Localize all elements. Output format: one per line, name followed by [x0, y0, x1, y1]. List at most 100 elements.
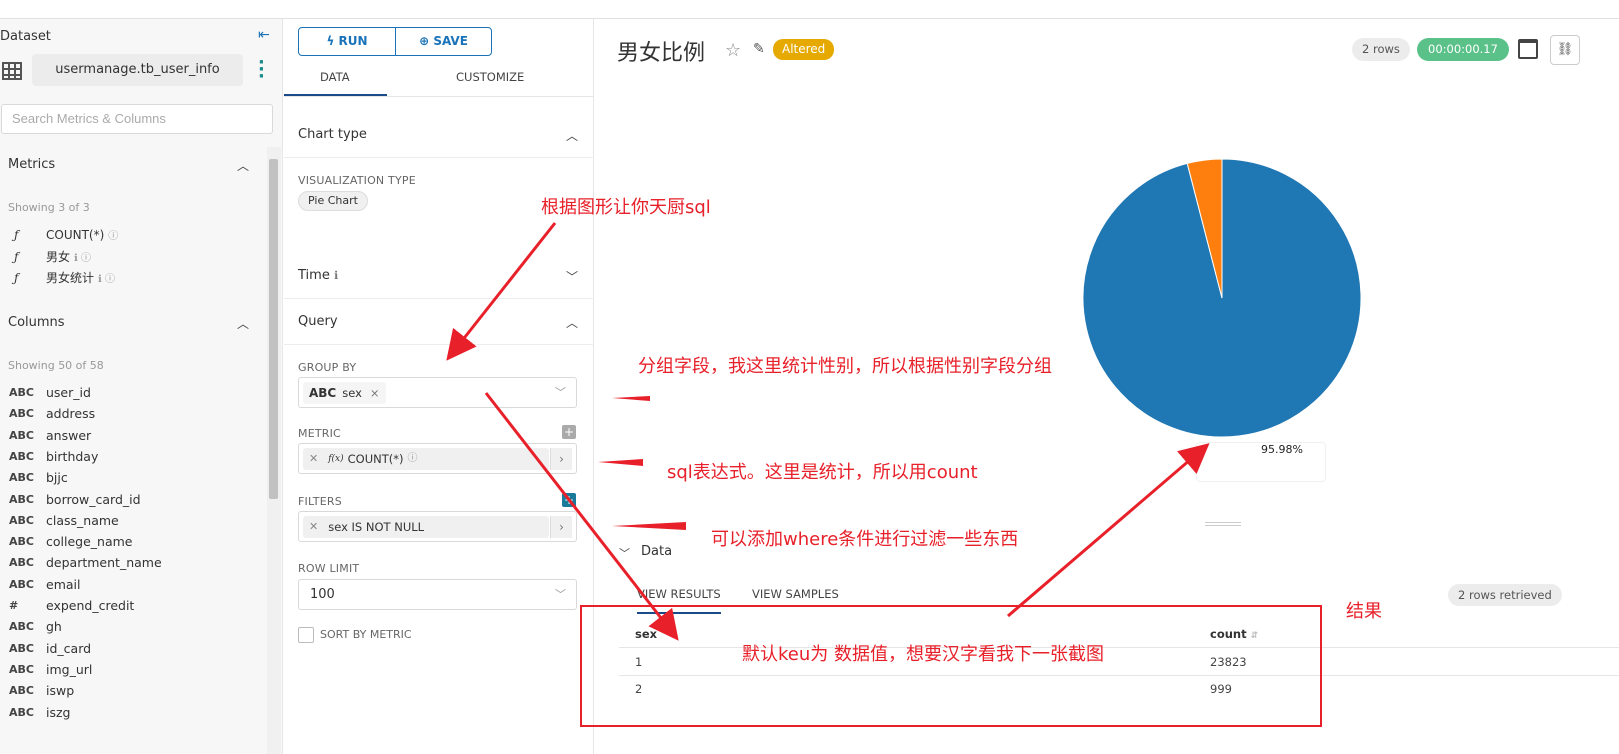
- kebab-menu-icon[interactable]: · · ·: [258, 54, 265, 86]
- column-item[interactable]: ABC birthday: [9, 446, 98, 467]
- time-heading[interactable]: Time ℹ: [298, 268, 338, 283]
- remove-icon[interactable]: ×: [370, 382, 380, 404]
- column-item[interactable]: ABC img_url: [9, 659, 92, 680]
- add-filter-icon[interactable]: +: [562, 493, 576, 507]
- metrics-showing: Showing 3 of 3: [8, 201, 90, 214]
- annotation-text: 默认keu为 数据值，想要汉字看我下一张截图: [742, 644, 1104, 665]
- column-type-icon: ABC: [9, 492, 34, 506]
- link-icon[interactable]: ⛓: [1550, 35, 1580, 65]
- control-panel: ϟ RUN ⊕ SAVE DATA CUSTOMIZE Chart type ︿…: [284, 19, 594, 754]
- metric-field[interactable]: ✕ f(x) COUNT(*) ⓘ ›: [298, 443, 577, 474]
- column-name: gh: [46, 619, 62, 635]
- star-icon[interactable]: ☆: [725, 40, 741, 61]
- column-type-icon: ABC: [9, 620, 34, 634]
- tab-view-samples[interactable]: VIEW SAMPLES: [752, 587, 839, 601]
- slice-label: 95.98%: [1261, 443, 1303, 456]
- column-item[interactable]: ABC bjjc: [9, 467, 68, 488]
- edit-icon[interactable]: ✎: [753, 41, 765, 57]
- function-icon: ƒ: [14, 249, 19, 264]
- column-type-icon: #: [9, 599, 19, 612]
- chart-title[interactable]: 男女比例: [617, 35, 705, 67]
- divider: [284, 157, 594, 158]
- group-by-label: GROUP BY: [298, 361, 357, 374]
- metric-name: 男女: [46, 250, 71, 264]
- table-icon: [2, 62, 22, 80]
- group-by-chip[interactable]: ABC sex ×: [303, 382, 386, 404]
- altered-badge[interactable]: Altered: [773, 39, 835, 60]
- column-name: email: [46, 576, 81, 592]
- help-icon: ⓘ: [407, 453, 418, 464]
- run-button[interactable]: ϟ RUN: [298, 27, 396, 56]
- chevron-right-icon[interactable]: ›: [550, 516, 572, 538]
- metric-item[interactable]: ƒ 男女统计 ℹ ⓘ: [14, 269, 115, 286]
- column-item[interactable]: ABC email: [9, 574, 80, 595]
- column-item[interactable]: ABC answer: [9, 425, 91, 446]
- column-name: college_name: [46, 534, 133, 550]
- column-item[interactable]: ABC iszg: [9, 702, 70, 723]
- column-type-icon: ABC: [9, 641, 34, 655]
- column-type-icon: ABC: [9, 449, 34, 463]
- viz-type-label: VISUALIZATION TYPE: [298, 174, 416, 187]
- sort-by-metric-checkbox[interactable]: [298, 627, 314, 643]
- help-icon: ⓘ: [108, 231, 119, 242]
- column-item[interactable]: ABC address: [9, 403, 95, 424]
- remove-icon[interactable]: ✕: [309, 448, 318, 470]
- column-item[interactable]: ABC iswp: [9, 680, 74, 701]
- chevron-down-icon[interactable]: ﹀: [555, 384, 566, 400]
- tab-data[interactable]: DATA: [320, 70, 350, 84]
- save-button[interactable]: ⊕ SAVE: [395, 27, 492, 56]
- resize-handle[interactable]: [1205, 522, 1241, 526]
- metrics-heading[interactable]: Metrics: [8, 157, 55, 172]
- divider: [284, 344, 594, 345]
- chevron-right-icon[interactable]: ›: [550, 448, 572, 470]
- column-type-icon: ABC: [9, 407, 34, 421]
- chevron-up-icon[interactable]: ︿: [566, 314, 578, 331]
- plus-circle-icon: ⊕: [419, 34, 434, 48]
- info-icon: ℹ ⓘ: [98, 274, 115, 285]
- pie-chart[interactable]: [1083, 159, 1363, 439]
- chevron-down-icon[interactable]: ﹀: [566, 268, 578, 285]
- annotation-box: [580, 605, 1322, 727]
- remove-icon[interactable]: ✕: [309, 516, 318, 538]
- viz-type-selector[interactable]: Pie Chart: [298, 191, 368, 211]
- column-item[interactable]: ABC borrow_card_id: [9, 489, 141, 510]
- rows-retrieved-badge: 2 rows retrieved: [1448, 584, 1562, 606]
- chevron-up-icon[interactable]: ︿: [566, 127, 578, 144]
- search-metrics-input[interactable]: Search Metrics & Columns: [1, 104, 273, 134]
- tab-customize[interactable]: CUSTOMIZE: [456, 70, 524, 84]
- chevron-down-icon[interactable]: ﹀: [619, 545, 630, 561]
- dataset-name[interactable]: usermanage.tb_user_info: [32, 54, 243, 86]
- annotation-text: 根据图形让你天厨sql: [541, 197, 711, 218]
- chevron-down-icon[interactable]: ﹀: [555, 586, 566, 602]
- tab-view-results[interactable]: VIEW RESULTS: [637, 587, 721, 601]
- chart-type-heading[interactable]: Chart type: [298, 127, 367, 142]
- sort-by-metric-label: SORT BY METRIC: [320, 628, 412, 641]
- metric-item[interactable]: ƒ 男女 ℹ ⓘ: [14, 248, 91, 265]
- columns-heading[interactable]: Columns: [8, 315, 65, 330]
- column-name: iszg: [46, 704, 71, 720]
- column-item[interactable]: ABC class_name: [9, 510, 119, 531]
- annotation-text: 分组字段，我这里统计性别，所以根据性别字段分组: [638, 356, 1052, 377]
- column-item[interactable]: # expend_credit: [9, 595, 134, 616]
- row-limit-select[interactable]: 100 ﹀: [298, 579, 577, 610]
- column-item[interactable]: ABC college_name: [9, 531, 132, 552]
- scrollbar-thumb[interactable]: [269, 159, 278, 499]
- add-metric-icon[interactable]: +: [562, 425, 576, 439]
- column-item[interactable]: ABC id_card: [9, 638, 91, 659]
- group-by-select[interactable]: ABC sex × ﹀: [298, 377, 577, 408]
- chevron-up-icon[interactable]: ︿: [237, 157, 249, 174]
- data-heading[interactable]: Data: [641, 544, 672, 559]
- column-name: department_name: [46, 555, 162, 571]
- query-heading[interactable]: Query: [298, 314, 338, 329]
- calendar-icon[interactable]: [1518, 39, 1538, 59]
- column-item[interactable]: ABC user_id: [9, 382, 91, 403]
- metric-chip[interactable]: ✕ f(x) COUNT(*) ⓘ: [303, 448, 549, 470]
- chevron-up-icon[interactable]: ︿: [237, 315, 249, 332]
- rows-badge: 2 rows: [1352, 38, 1410, 61]
- collapse-panel-icon[interactable]: ⇤: [258, 27, 270, 43]
- filters-field[interactable]: ✕ sex IS NOT NULL ›: [298, 511, 577, 542]
- metric-item[interactable]: ƒ COUNT(*) ⓘ: [14, 227, 119, 243]
- column-item[interactable]: ABC department_name: [9, 552, 162, 573]
- filter-chip[interactable]: ✕ sex IS NOT NULL: [303, 516, 549, 538]
- column-item[interactable]: ABC gh: [9, 616, 62, 637]
